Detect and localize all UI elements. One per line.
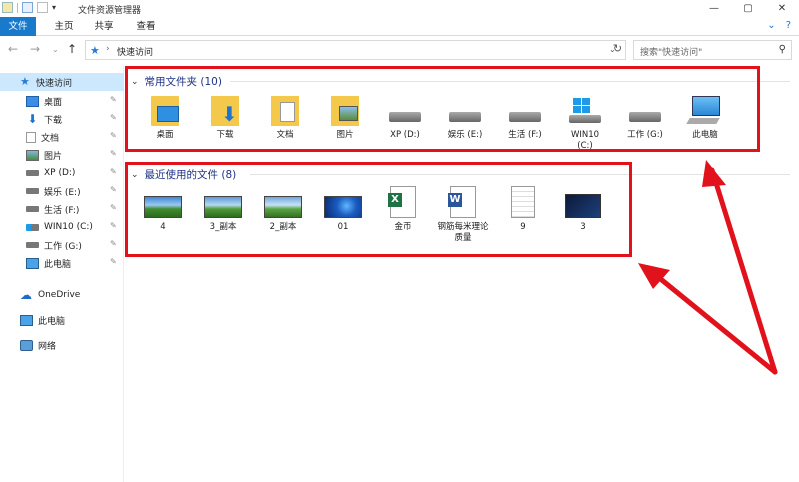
arrow-line xyxy=(649,269,778,375)
annotation-arrows xyxy=(638,160,778,375)
arrow-line xyxy=(709,167,778,375)
arrow-head xyxy=(702,160,726,187)
